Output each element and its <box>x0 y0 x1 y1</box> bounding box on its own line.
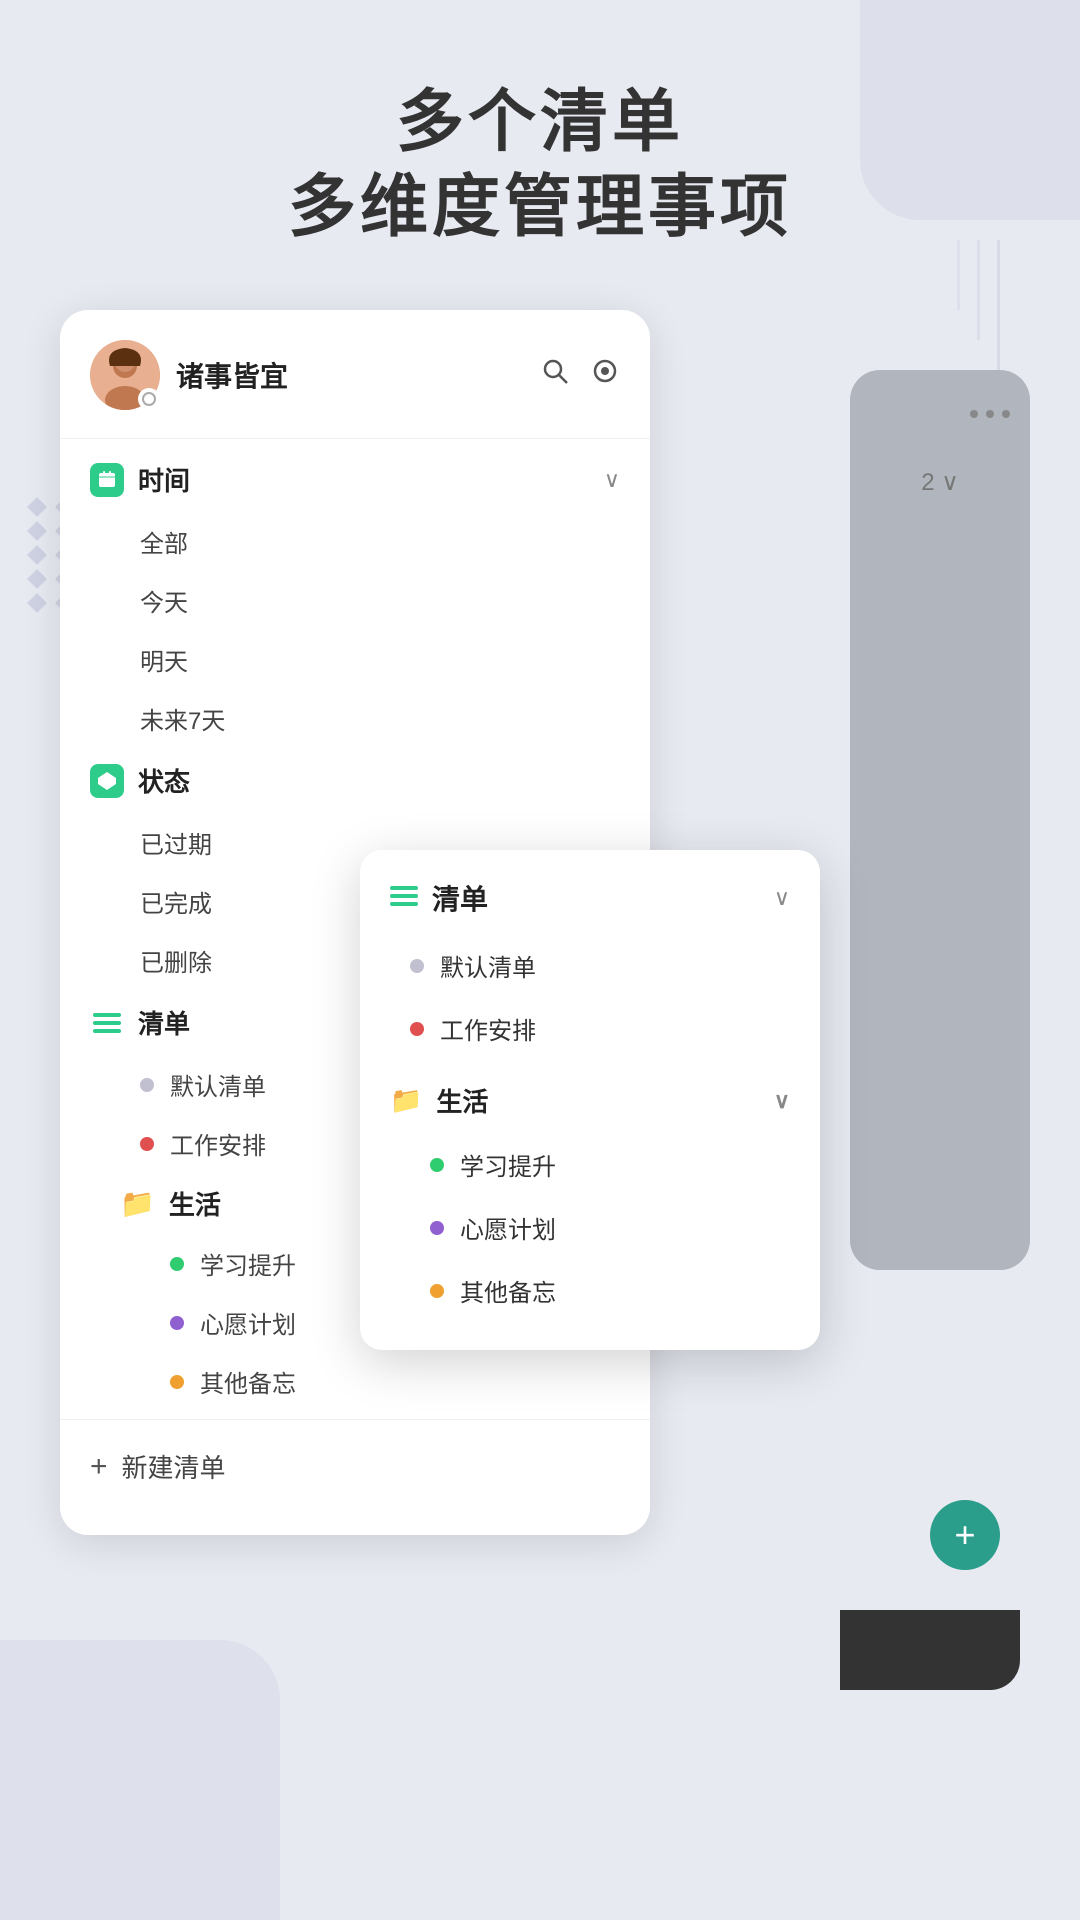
bg-stripe-3 <box>957 240 960 310</box>
time-item-tomorrow[interactable]: 明天 <box>60 630 650 689</box>
sidebar-header: 诸事皆宜 <box>60 310 650 430</box>
time-section-icon <box>90 463 124 497</box>
popup-folder-chevron: ∨ <box>774 1088 790 1114</box>
popup-section-label: 清单 <box>432 878 488 918</box>
popup-item-study[interactable]: 学习提升 <box>390 1133 790 1196</box>
list-item-misc[interactable]: 其他备忘 <box>60 1352 650 1411</box>
popup-section-header[interactable]: 清单 ∨ <box>390 878 790 918</box>
phone-bg-dots <box>970 410 1030 418</box>
plus-icon: + <box>90 1450 108 1484</box>
phone-bg-num: 2 ∨ <box>921 468 959 497</box>
popup-folder-icon: 📁 <box>390 1085 422 1116</box>
popup-chevron: ∨ <box>774 885 790 911</box>
popup-dot-wishes <box>430 1221 444 1235</box>
popup-dot-work <box>410 1022 424 1036</box>
dot2 <box>986 410 994 418</box>
dot1 <box>970 410 978 418</box>
popup-panel: 清单 ∨ 默认清单 工作安排 📁 生活 ∨ 学习提升 心愿计划 其他备忘 <box>360 850 820 1350</box>
phone-fab-button[interactable]: + <box>930 1500 1000 1570</box>
dot-misc <box>170 1375 184 1389</box>
main-content: 2 ∨ + <box>60 310 1020 1690</box>
dot-work <box>140 1137 154 1151</box>
username-label: 诸事皆宜 <box>176 355 288 395</box>
avatar-badge <box>138 388 160 410</box>
dot-study <box>170 1257 184 1271</box>
bg-shape-top-right <box>860 0 1080 220</box>
time-item-all[interactable]: 全部 <box>60 512 650 571</box>
status-section-icon <box>90 764 124 798</box>
phone-bg: 2 ∨ <box>850 370 1030 1270</box>
status-section-label: 状态 <box>138 762 190 799</box>
lists-section-icon <box>90 1006 124 1040</box>
popup-dot-default <box>410 959 424 973</box>
dot-wishes <box>170 1316 184 1330</box>
time-item-today[interactable]: 今天 <box>60 571 650 630</box>
sidebar-icons <box>540 356 620 394</box>
time-section-label: 时间 <box>138 461 190 498</box>
popup-item-default[interactable]: 默认清单 <box>390 934 790 997</box>
section-status-header[interactable]: 状态 <box>60 748 650 813</box>
settings-icon[interactable] <box>590 356 620 394</box>
time-chevron: ∨ <box>604 467 620 493</box>
time-item-7days[interactable]: 未来7天 <box>60 689 650 748</box>
popup-item-wishes[interactable]: 心愿计划 <box>390 1196 790 1259</box>
phone-bg-bottom-bar <box>840 1610 1020 1690</box>
avatar-wrapper <box>90 340 160 410</box>
folder-icon: 📁 <box>120 1187 155 1220</box>
dot3 <box>1002 410 1010 418</box>
new-list-button[interactable]: + 新建清单 <box>60 1428 650 1505</box>
popup-list-icon <box>390 883 418 914</box>
section-time-header[interactable]: 时间 ∨ <box>60 447 650 512</box>
popup-folder-life[interactable]: 📁 生活 ∨ <box>390 1068 790 1133</box>
popup-dot-misc <box>430 1284 444 1298</box>
popup-item-misc[interactable]: 其他备忘 <box>390 1259 790 1322</box>
popup-item-work[interactable]: 工作安排 <box>390 997 790 1060</box>
search-icon[interactable] <box>540 356 570 394</box>
dot-default <box>140 1078 154 1092</box>
popup-dot-study <box>430 1158 444 1172</box>
lists-section-label: 清单 <box>138 1004 190 1041</box>
